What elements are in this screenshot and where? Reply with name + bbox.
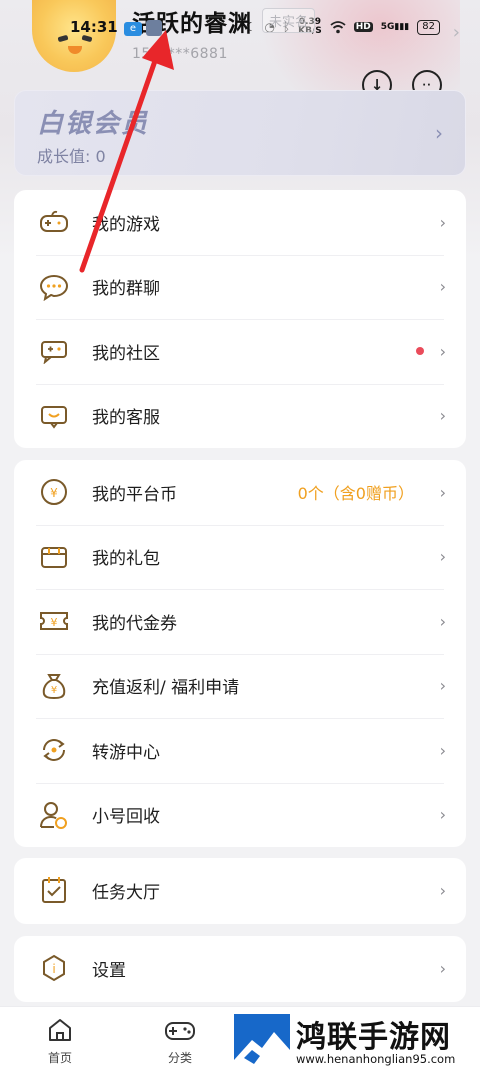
menu-card-1: 我的游戏 › 我的群聊 › 我的社区 › 我的客服 › — [14, 190, 466, 448]
menu-label: 我的代金券 — [92, 613, 177, 634]
menu-card-3: 任务大厅 › — [14, 858, 466, 924]
menu-label: 小号回收 — [92, 807, 160, 828]
battery-indicator: 82 — [417, 19, 440, 35]
money-bag-icon: ¥ — [38, 670, 70, 702]
transfer-icon — [38, 734, 70, 766]
menu-label: 充值返利/ 福利申请 — [92, 678, 240, 699]
gamepad-icon — [38, 206, 70, 238]
user-badge-icon — [146, 20, 162, 36]
menu-item-platform-coins[interactable]: ¥ 我的平台币 0个（含0赠币） › — [14, 460, 466, 525]
growth-value: 成长值: 0 — [37, 147, 106, 166]
chat-bubble-icon — [38, 271, 70, 303]
menu-item-account-recycle[interactable]: 小号回收 › — [14, 782, 466, 848]
watermark-brand: 鸿联手游网 — [296, 1020, 451, 1055]
phone-number: 159****6881 — [132, 46, 228, 62]
menu-label: 转游中心 — [92, 742, 160, 763]
watermark: 鸿联手游网 www.henanhonglian95.com — [232, 1012, 480, 1072]
svg-text:¥: ¥ — [51, 685, 57, 696]
settings-icon: i — [38, 952, 70, 984]
menu-label: 我的社区 — [92, 343, 160, 364]
menu-card-2: ¥ 我的平台币 0个（含0赠币） › 我的礼包 › ¥ 我的代金券 › ¥ 充值… — [14, 460, 466, 847]
customer-service-icon — [38, 400, 70, 432]
menu-card-4: i 设置 › — [14, 936, 466, 1002]
chevron-right-icon: › — [439, 740, 446, 760]
chevron-right-icon: › — [439, 277, 446, 297]
home-icon — [30, 1015, 90, 1045]
chevron-right-icon: › — [439, 676, 446, 696]
gamepad-icon — [150, 1015, 210, 1045]
menu-item-my-group-chat[interactable]: 我的群聊 › — [14, 254, 466, 320]
menu-label: 任务大厅 — [92, 882, 160, 903]
member-card[interactable]: 白银会员 成长值: 0 › — [14, 90, 466, 176]
chevron-right-icon: › — [439, 958, 446, 978]
menu-item-gift-packs[interactable]: 我的礼包 › — [14, 524, 466, 590]
chevron-right-icon: › — [435, 121, 443, 145]
coin-icon: ¥ — [38, 476, 70, 508]
chevron-right-icon: › — [439, 805, 446, 825]
svg-text:¥: ¥ — [50, 486, 58, 500]
chevron-right-icon: › — [439, 212, 446, 232]
menu-label: 我的客服 — [92, 408, 160, 429]
gift-icon — [38, 541, 70, 573]
nav-label: 首页 — [47, 1051, 72, 1065]
message-icon: ·· — [422, 79, 432, 91]
community-icon — [38, 335, 70, 367]
watermark-logo — [234, 1014, 290, 1070]
signal-icon: 5G▮▮▮ — [380, 22, 410, 32]
member-title: 白银会员 — [37, 109, 150, 139]
menu-item-my-community[interactable]: 我的社区 › — [14, 319, 466, 384]
voucher-icon: ¥ — [38, 605, 70, 637]
profile-chevron-icon[interactable]: › — [453, 22, 460, 43]
menu-label: 设置 — [92, 960, 126, 981]
chevron-right-icon: › — [439, 341, 446, 361]
verify-badge[interactable]: 未实名 — [262, 8, 316, 33]
nav-label: 分类 — [167, 1051, 192, 1065]
watermark-url: www.henanhonglian95.com — [296, 1052, 456, 1066]
status-time: 14:31 — [70, 18, 118, 36]
chevron-right-icon: › — [439, 880, 446, 900]
menu-label: 我的群聊 — [92, 279, 160, 300]
menu-item-my-games[interactable]: 我的游戏 › — [14, 190, 466, 255]
menu-label: 我的游戏 — [92, 214, 160, 235]
account-recycle-icon — [38, 799, 70, 831]
menu-item-customer-service[interactable]: 我的客服 › — [14, 383, 466, 449]
menu-item-recharge-rebate[interactable]: ¥ 充值返利/ 福利申请 › — [14, 653, 466, 719]
chevron-right-icon: › — [439, 482, 446, 502]
nav-home[interactable]: 首页 — [30, 1015, 90, 1066]
menu-item-settings[interactable]: i 设置 › — [14, 936, 466, 1001]
wifi-icon — [330, 20, 346, 33]
menu-item-vouchers[interactable]: ¥ 我的代金券 › — [14, 589, 466, 654]
chevron-right-icon: › — [439, 547, 446, 567]
chevron-right-icon: › — [439, 406, 446, 426]
nav-category[interactable]: 分类 — [150, 1015, 210, 1066]
notification-dot — [416, 347, 424, 356]
task-icon — [38, 874, 70, 906]
user-tag-icon: e — [124, 22, 142, 36]
svg-text:i: i — [52, 962, 55, 976]
menu-label: 我的礼包 — [92, 549, 160, 570]
menu-item-transfer-center[interactable]: 转游中心 › — [14, 718, 466, 783]
coin-balance: 0个（含0赠币） — [297, 484, 414, 504]
hd-badge: HD — [353, 22, 373, 32]
menu-item-task-hall[interactable]: 任务大厅 › — [14, 858, 466, 923]
svg-text:¥: ¥ — [51, 616, 58, 629]
chevron-right-icon: › — [439, 611, 446, 631]
menu-label: 我的平台币 — [92, 484, 177, 505]
